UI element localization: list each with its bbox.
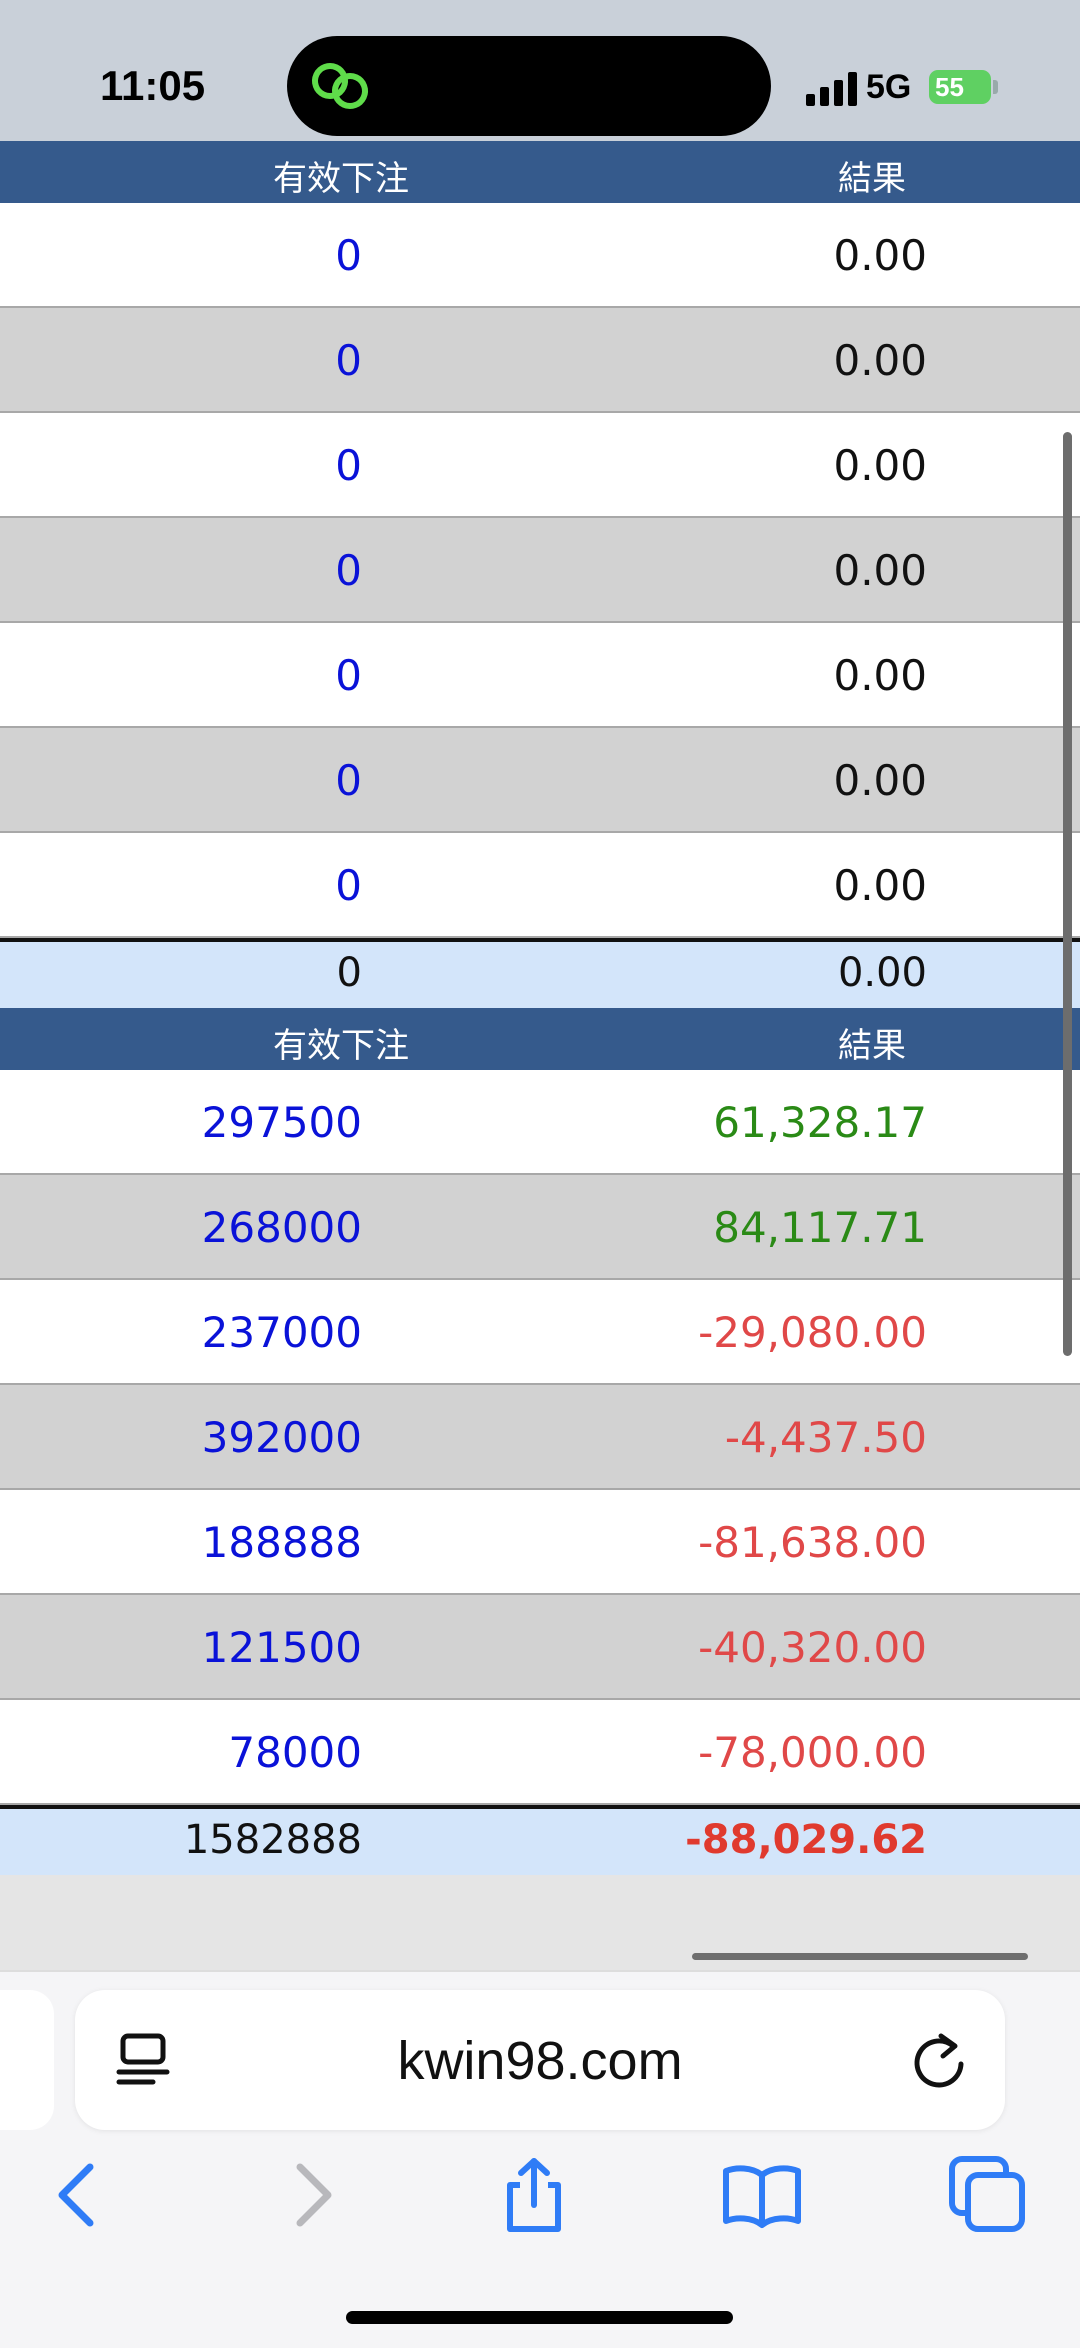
report-table-1: 有效下注 結果	[0, 141, 1080, 203]
total-bet: 0	[336, 950, 362, 996]
result-amount: -40,320.00	[698, 1623, 927, 1672]
table-row: 0 0.00	[0, 518, 1080, 623]
result-amount: 0.00	[833, 861, 927, 910]
table-row: 0 0.00	[0, 308, 1080, 413]
dynamic-island	[287, 36, 771, 136]
result-amount: 84,117.71	[713, 1203, 927, 1252]
result-amount: -81,638.00	[698, 1518, 927, 1567]
sheet-handle[interactable]	[692, 1953, 1028, 1960]
total-bet: 1582888	[183, 1817, 362, 1863]
result-amount: 0.00	[833, 336, 927, 385]
toolbar-divider	[0, 1970, 1080, 1972]
result-amount: -4,437.50	[724, 1413, 927, 1462]
total-result: -88,029.62	[685, 1817, 927, 1863]
bet-amount[interactable]: 0	[335, 546, 362, 595]
link-activity-icon	[312, 63, 368, 109]
table-row: 0 0.00	[0, 623, 1080, 728]
previous-tab-preview[interactable]	[0, 1990, 54, 2130]
share-icon[interactable]	[494, 2155, 574, 2235]
bet-amount[interactable]: 297500	[202, 1098, 362, 1147]
result-amount: -29,080.00	[698, 1308, 927, 1357]
forward-icon[interactable]	[272, 2155, 352, 2235]
home-indicator[interactable]	[346, 2311, 733, 2324]
tabs-icon[interactable]	[948, 2155, 1028, 2235]
network-type: 5G	[866, 68, 912, 106]
url-text[interactable]: kwin98.com	[75, 2030, 1005, 2092]
table-row: 78000 -78,000.00	[0, 1700, 1080, 1805]
bet-amount[interactable]: 0	[335, 231, 362, 280]
battery-level: 55	[935, 71, 964, 102]
bet-amount[interactable]: 0	[335, 651, 362, 700]
table-row: 268000 84,117.71	[0, 1175, 1080, 1280]
back-icon[interactable]	[38, 2155, 118, 2235]
bet-amount[interactable]: 0	[335, 441, 362, 490]
address-bar[interactable]: kwin98.com	[75, 1990, 1005, 2130]
bet-amount[interactable]: 237000	[202, 1308, 362, 1357]
table-row: 0 0.00	[0, 728, 1080, 833]
bet-amount[interactable]: 392000	[202, 1413, 362, 1462]
table-row: 237000 -29,080.00	[0, 1280, 1080, 1385]
bet-amount[interactable]: 268000	[202, 1203, 362, 1252]
scrollbar[interactable]	[1063, 432, 1072, 1356]
bet-amount[interactable]: 0	[335, 756, 362, 805]
status-time: 11:05	[100, 62, 206, 109]
table-row: 297500 61,328.17	[0, 1070, 1080, 1175]
total-row: 1582888 -88,029.62	[0, 1805, 1080, 1875]
bookmarks-icon[interactable]	[722, 2155, 802, 2235]
table-row: 0 0.00	[0, 413, 1080, 518]
table-row: 121500 -40,320.00	[0, 1595, 1080, 1700]
bet-amount[interactable]: 78000	[228, 1728, 362, 1777]
table-row: 0 0.00	[0, 203, 1080, 308]
header-bet: 有效下注	[273, 159, 409, 199]
battery-icon: 55	[929, 70, 991, 104]
table-header: 有效下注 結果	[0, 1008, 1080, 1070]
bet-amount[interactable]: 0	[335, 336, 362, 385]
result-amount: 0.00	[833, 441, 927, 490]
header-result: 結果	[838, 159, 906, 199]
result-amount: 61,328.17	[713, 1098, 927, 1147]
result-amount: 0.00	[833, 231, 927, 280]
table-row: 392000 -4,437.50	[0, 1385, 1080, 1490]
table-row: 0 0.00	[0, 833, 1080, 938]
bet-amount[interactable]: 121500	[202, 1623, 362, 1672]
result-amount: 0.00	[833, 546, 927, 595]
bet-amount[interactable]: 0	[335, 861, 362, 910]
total-result: 0.00	[837, 950, 927, 996]
reload-icon[interactable]	[907, 2028, 971, 2092]
bet-amount[interactable]: 188888	[202, 1518, 362, 1567]
result-amount: 0.00	[833, 756, 927, 805]
battery-cap	[993, 80, 998, 94]
cell-signal-icon	[806, 72, 857, 106]
result-amount: -78,000.00	[698, 1728, 927, 1777]
total-row: 0 0.00	[0, 938, 1080, 1008]
result-amount: 0.00	[833, 651, 927, 700]
header-result: 結果	[838, 1026, 906, 1066]
header-bet: 有效下注	[273, 1026, 409, 1066]
table-header: 有效下注 結果	[0, 141, 1080, 203]
report-table-1-body: 0 0.00 0 0.00 0 0.00 0 0.00 0 0.00 0 0.0…	[0, 203, 1080, 1875]
table-row: 188888 -81,638.00	[0, 1490, 1080, 1595]
